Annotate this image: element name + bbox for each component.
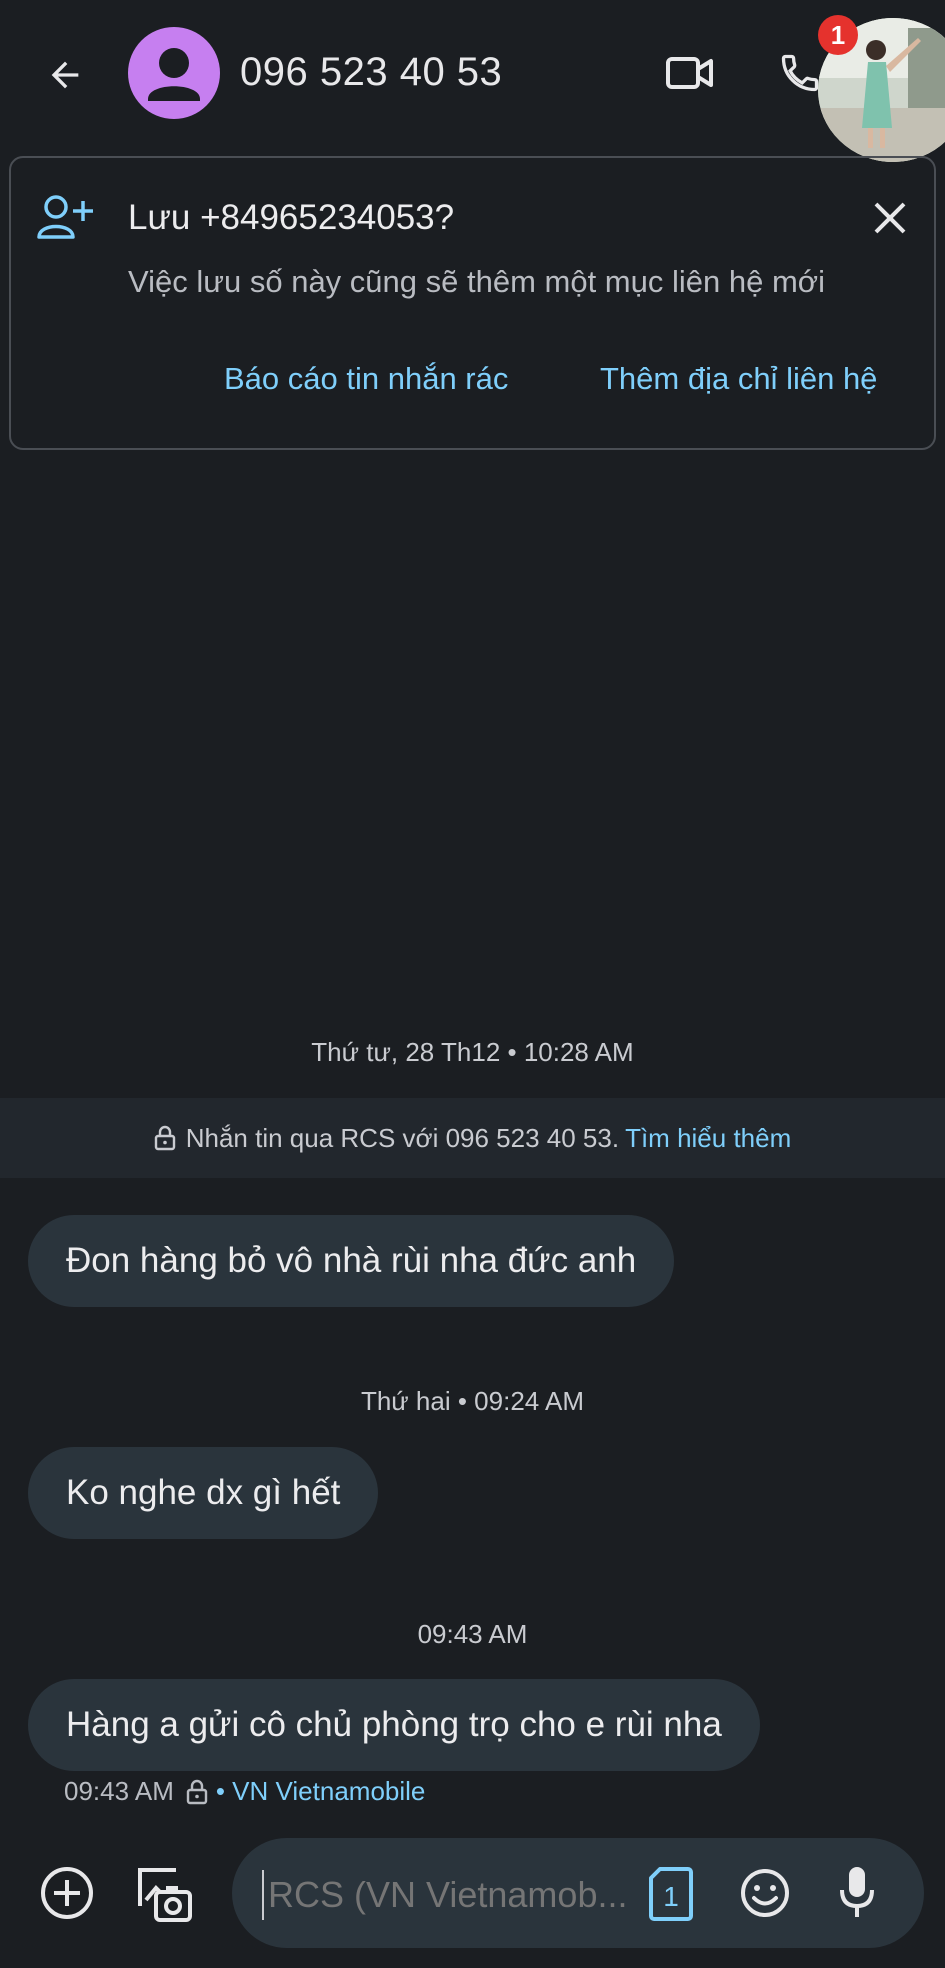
gallery-camera-icon [138, 1868, 192, 1922]
date-separator: 09:43 AM [417, 1619, 528, 1649]
date-separator: Thứ tư, 28 Th12 • 10:28 AM [311, 1037, 634, 1067]
notification-badge: 1 [818, 15, 858, 55]
message-input[interactable] [262, 1870, 642, 1920]
video-call-button[interactable] [655, 38, 725, 108]
add-circle-icon [41, 1867, 93, 1919]
video-camera-icon [666, 57, 713, 89]
learn-more-link[interactable]: Tìm hiểu thêm [625, 1123, 791, 1154]
message-meta: 09:43 AM • VN Vietnamobile [64, 1776, 425, 1807]
add-contact-button[interactable]: Thêm địa chỉ liên hệ [600, 361, 877, 397]
dismiss-card-button[interactable] [864, 192, 916, 244]
phone-icon [781, 54, 819, 92]
close-icon [874, 202, 906, 234]
person-icon [148, 48, 200, 101]
save-card-title: Lưu +84965234053? [128, 198, 455, 237]
rcs-notice-banner: Nhắn tin qua RCS với 096 523 40 53. Tìm … [0, 1098, 945, 1178]
microphone-icon [840, 1867, 874, 1917]
message-bubble[interactable]: Ko nghe dx gì hết [28, 1447, 379, 1539]
message-bubble[interactable]: Hàng a gửi cô chủ phòng trọ cho e rùi nh… [28, 1679, 760, 1771]
rcs-notice-text: Nhắn tin qua RCS với 096 523 40 53. [185, 1122, 620, 1153]
gallery-camera-button[interactable] [132, 1862, 196, 1926]
sim-number: 1 [663, 1881, 679, 1912]
report-spam-button[interactable]: Báo cáo tin nhắn rác [224, 361, 508, 397]
lock-icon [154, 1125, 175, 1151]
arrow-back-icon [51, 61, 79, 89]
add-person-icon [36, 193, 94, 241]
message-bubble[interactable]: Đon hàng bỏ vô nhà rùi nha đức anh [28, 1215, 675, 1307]
sim-selector-button[interactable]: 1 [648, 1866, 694, 1922]
sim-card-icon: 1 [649, 1867, 693, 1921]
emoji-icon [741, 1869, 789, 1917]
contact-avatar[interactable] [128, 27, 220, 119]
attach-button[interactable] [36, 1862, 98, 1924]
emoji-button[interactable] [736, 1864, 794, 1922]
date-separator: Thứ hai • 09:24 AM [360, 1386, 585, 1416]
lock-icon [186, 1779, 208, 1804]
save-card-subtitle: Việc lưu số này cũng sẽ thêm một mục liê… [128, 264, 825, 299]
voice-input-button[interactable] [830, 1862, 884, 1922]
message-time: 09:43 AM [64, 1776, 174, 1806]
contact-name[interactable]: 096 523 40 53 [240, 50, 502, 95]
carrier-label: • VN Vietnamobile [215, 1776, 426, 1806]
back-button[interactable] [30, 40, 100, 110]
